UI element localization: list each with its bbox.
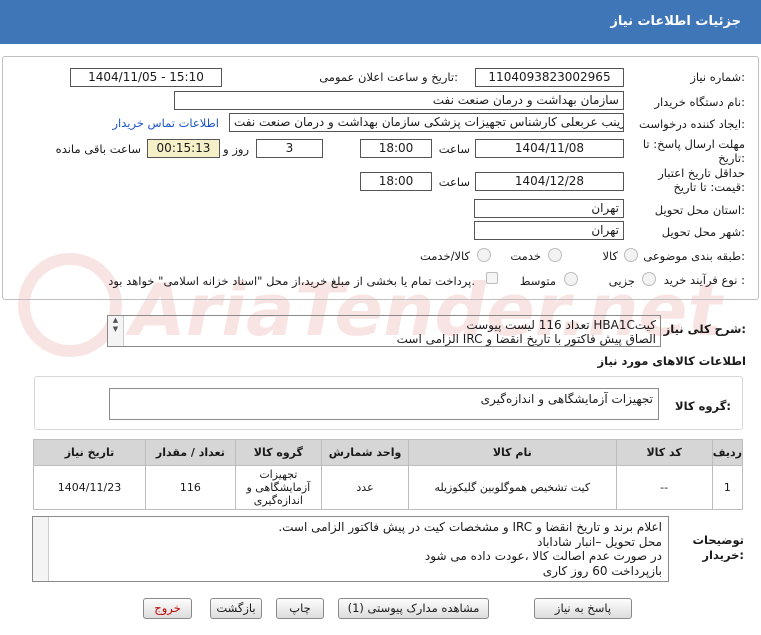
summary-line-2: الصاق پیش فاکتور با تاریخ انقضا و IRC ال… — [396, 332, 656, 346]
cell-code: -- — [615, 465, 713, 510]
cell-qty: 116 — [145, 465, 236, 510]
attachments-button[interactable]: مشاهده مدارک پیوستی (1) — [338, 598, 489, 619]
notes-textarea[interactable]: اعلام برند و تاریخ انقضا و IRC و مشخصات … — [32, 516, 669, 582]
need-number-field: 1104093823002965 — [475, 68, 624, 87]
cell-date: 1404/11/23 — [33, 465, 146, 510]
category-option-both: کالا/خدمت — [419, 249, 470, 263]
summary-line-1: کیتHBA1C تعداد 116 لیست پیوست — [466, 318, 656, 332]
deadline-label: مهلت ارسال پاسخ: تا — [642, 137, 745, 151]
reply-button[interactable]: پاسخ به نیاز — [534, 598, 632, 619]
process-radio-medium[interactable] — [564, 272, 578, 286]
notes-line-2: محل تحویل –انبار شاداباد — [537, 534, 662, 549]
cell-name: کیت تشخیص هموگلوبین گلیکوزیله — [408, 465, 617, 510]
summary-label: شرح کلی نیاز: — [663, 322, 746, 336]
validity-date-field: 1404/12/28 — [475, 172, 624, 191]
summary-textarea[interactable]: ▲ ▼ کیتHBA1C تعداد 116 لیست پیوست الصاق … — [107, 315, 661, 347]
notes-lines: اعلام برند و تاریخ انقضا و IRC و مشخصات … — [278, 520, 662, 578]
col-unit: واحد شمارش — [321, 439, 410, 466]
page-title: جزئیات اطلاعات نیاز — [610, 14, 741, 29]
category-radio-both[interactable] — [477, 248, 491, 262]
notes-line-4: بازپرداخت 60 روز کاری — [542, 563, 662, 578]
col-index: ردیف — [711, 439, 744, 466]
cell-unit: عدد — [321, 465, 410, 510]
category-radio-service[interactable] — [548, 248, 562, 262]
table-row: 1 -- کیت تشخیص هموگلوبین گلیکوزیله عدد ت… — [33, 465, 744, 510]
exit-button[interactable]: خروج — [143, 598, 192, 619]
process-option-medium: متوسط — [519, 274, 556, 288]
col-group: گروه کالا — [234, 439, 323, 466]
deadline-label-2: تاریخ: — [718, 151, 745, 165]
process-label: نوع فرآیند خرید : — [663, 273, 745, 287]
deadline-date-field: 1404/11/08 — [475, 139, 624, 158]
col-date: تاریخ نیاز — [33, 439, 146, 466]
notes-line-3: در صورت عدم اصالت کالا ،عودت داده می شود — [424, 549, 662, 563]
category-radio-goods[interactable] — [624, 248, 638, 262]
col-name: نام کالا — [408, 439, 617, 466]
city-field: تهران — [474, 221, 624, 240]
remaining-time-field: 00:15:13 — [147, 139, 220, 158]
remaining-label: ساعت باقی مانده — [55, 142, 141, 156]
province-field: تهران — [474, 199, 624, 218]
creator-field: زینب عربعلی کارشناس تجهیزات پزشکی سازمان… — [229, 113, 624, 132]
goods-info-title: اطلاعات کالاهای مورد نیاز — [597, 354, 746, 368]
city-label: شهر محل تحویل: — [661, 225, 745, 239]
buyer-org-label: نام دستگاه خریدار: — [654, 95, 745, 109]
cell-index: 1 — [711, 465, 744, 510]
process-option-partial: جزیی — [608, 274, 635, 288]
col-qty: تعداد / مقدار — [145, 439, 236, 466]
cell-group: تجهیزات آزمایشگاهی و اندازه‌گیری — [234, 465, 323, 510]
goods-group-value: تجهیزات آزمایشگاهی و اندازه‌گیری — [480, 392, 653, 406]
page-header: جزئیات اطلاعات نیاز — [0, 0, 761, 44]
goods-table: ردیف کد کالا نام کالا واحد شمارش گروه کا… — [33, 439, 744, 510]
validity-label: حداقل تاریخ اعتبار — [658, 166, 745, 180]
validity-label-2: قیمت: تا تاریخ: — [673, 180, 745, 194]
contact-info-link[interactable]: اطلاعات تماس خریدار — [112, 116, 219, 130]
print-button[interactable]: چاپ — [276, 598, 324, 619]
announce-label: تاریخ و ساعت اعلان عمومی: — [319, 70, 458, 84]
back-button[interactable]: بازگشت — [210, 598, 262, 619]
goods-group-field: تجهیزات آزمایشگاهی و اندازه‌گیری — [109, 388, 659, 420]
summary-scrollbar[interactable]: ▲ ▼ — [108, 316, 124, 346]
notes-label-2: خریدار: — [702, 548, 744, 562]
province-label: استان محل تحویل: — [654, 203, 745, 217]
notes-line-1: اعلام برند و تاریخ انقضا و IRC و مشخصات … — [278, 520, 662, 534]
treasury-payment-note: پرداخت تمام یا بخشی از مبلغ خرید،از محل … — [108, 274, 475, 288]
process-radio-partial[interactable] — [642, 272, 656, 286]
category-option-service: خدمت — [510, 249, 541, 263]
goods-group-label: گروه کالا: — [675, 399, 731, 413]
buyer-org-field: سازمان بهداشت و درمان صنعت نفت — [174, 91, 624, 110]
notes-scrollbar[interactable] — [33, 517, 49, 581]
announce-field: 1404/11/05 - 15:10 — [70, 68, 222, 87]
validity-time-field: 18:00 — [360, 172, 432, 191]
category-option-goods: کالا — [602, 249, 618, 263]
days-field: 3 — [256, 139, 323, 158]
creator-label: ایجاد کننده درخواست: — [639, 117, 745, 131]
deadline-time-label: ساعت — [438, 142, 470, 156]
validity-time-label: ساعت — [438, 175, 470, 189]
days-label: روز و — [223, 142, 249, 156]
scroll-up-icon[interactable]: ▲ — [108, 316, 123, 325]
col-code: کد کالا — [615, 439, 713, 466]
deadline-time-field: 18:00 — [360, 139, 432, 158]
treasury-payment-checkbox[interactable] — [486, 272, 498, 284]
need-number-label: شماره نیاز: — [690, 70, 745, 84]
scroll-down-icon[interactable]: ▼ — [108, 325, 123, 334]
notes-label: توضیحات — [692, 533, 745, 547]
category-label: طبقه بندی موضوعی: — [643, 249, 745, 263]
